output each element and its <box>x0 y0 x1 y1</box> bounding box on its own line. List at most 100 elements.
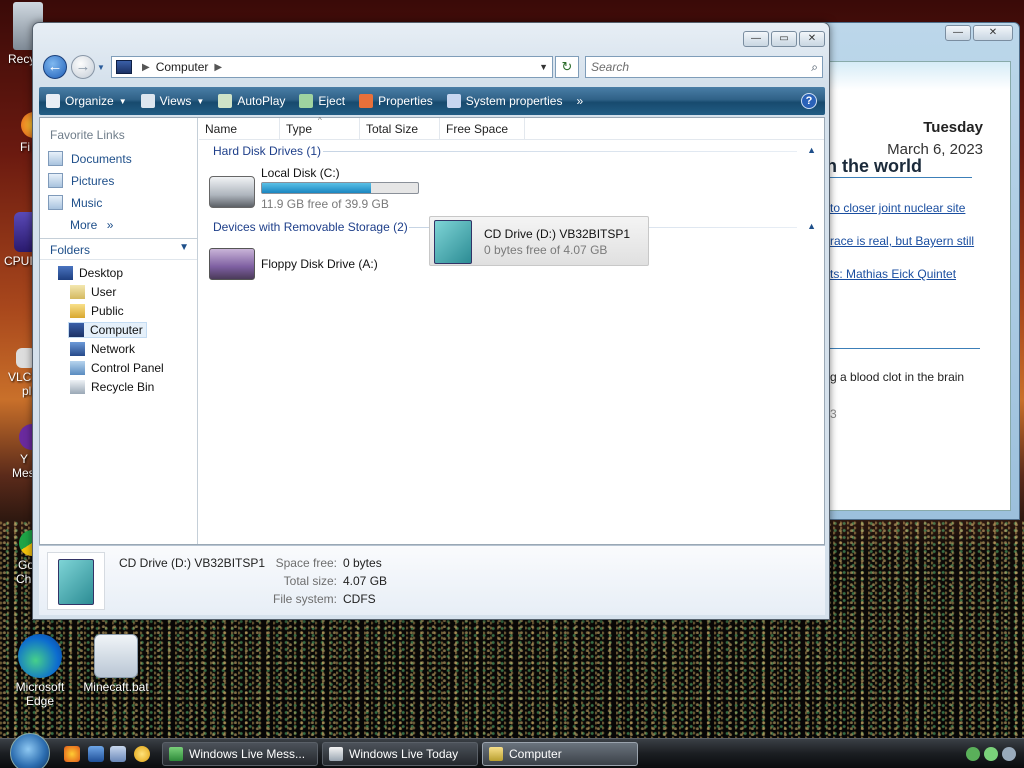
breadcrumb-chevron-icon[interactable]: ▶ <box>214 62 222 73</box>
refresh-button[interactable]: ↻ <box>555 56 579 78</box>
tree-item-control-panel[interactable]: Control Panel <box>70 361 164 375</box>
collapse-group-icon[interactable]: ▲ <box>807 145 816 155</box>
tree-item-user[interactable]: User <box>70 285 116 299</box>
quicklaunch-firefox-icon[interactable] <box>64 746 80 762</box>
quicklaunch-show-desktop-icon[interactable] <box>88 746 104 762</box>
drive-cd-name: CD Drive (D:) VB32BITSP1 <box>484 227 631 241</box>
help-icon[interactable]: ? <box>801 93 817 109</box>
folders-title: Folders <box>50 243 91 257</box>
minimize-button[interactable]: — <box>945 25 971 41</box>
organize-button[interactable]: Organize ▼ <box>39 87 134 115</box>
properties-button[interactable]: Properties <box>352 87 440 115</box>
drive-floppy-a[interactable]: Floppy Disk Drive (A:) <box>261 257 378 271</box>
favorite-link-music[interactable]: Music <box>48 195 102 210</box>
drive-local-disk-c[interactable]: Local Disk (C:) <box>261 166 340 180</box>
microsoft-edge-desktop-icon[interactable]: Microsoft Edge <box>0 634 80 708</box>
task-windows-live-today[interactable]: Windows Live Today <box>322 742 478 766</box>
details-value-total-size: 4.07 GB <box>343 574 388 588</box>
favorite-link-pictures[interactable]: Pictures <box>48 173 114 188</box>
network-status-icon[interactable] <box>966 747 980 761</box>
system-properties-button[interactable]: System properties <box>440 87 570 115</box>
floppy-drive-icon[interactable] <box>209 248 255 280</box>
column-total-size[interactable]: Total Size <box>360 118 440 140</box>
computer-icon <box>69 323 84 337</box>
tray-icon[interactable] <box>1002 747 1016 761</box>
toolbar-overflow-button[interactable]: » <box>569 87 590 115</box>
explorer-content: Favorite Links Documents Pictures Music … <box>39 116 825 545</box>
network-icon <box>70 342 85 356</box>
favorite-links-title: Favorite Links <box>50 128 125 142</box>
tree-item-public[interactable]: Public <box>70 304 124 318</box>
command-bar: Organize ▼ Views ▼ AutoPlay Eject Proper… <box>39 87 825 115</box>
address-bar[interactable]: ▶ Computer ▶ ▼ <box>111 56 553 78</box>
minimize-button[interactable]: — <box>743 31 769 47</box>
messenger-icon <box>169 747 183 761</box>
tree-item-label: Computer <box>90 323 143 337</box>
news-link[interactable]: race is real, but Bayern still <box>830 234 974 248</box>
messenger-tray-icon[interactable] <box>984 747 998 761</box>
column-type[interactable]: ^ Type <box>280 116 360 140</box>
public-folder-icon <box>70 304 85 318</box>
task-windows-live-messenger[interactable]: Windows Live Mess... <box>162 742 318 766</box>
tree-item-computer[interactable]: Computer <box>68 322 147 338</box>
news-fragment: 3 <box>830 407 837 421</box>
group-title: Devices with Removable Storage (2) <box>213 220 408 234</box>
computer-icon <box>116 60 132 74</box>
column-type-label: Type <box>286 122 313 136</box>
day-label: Tuesday <box>923 119 983 136</box>
properties-label: Properties <box>378 94 433 108</box>
tree-item-label: Control Panel <box>91 361 164 375</box>
views-button[interactable]: Views ▼ <box>134 87 212 115</box>
quicklaunch-switch-windows-icon[interactable] <box>110 746 126 762</box>
breadcrumb-computer[interactable]: Computer <box>156 60 209 74</box>
disk-usage-bar <box>261 182 419 194</box>
start-button[interactable] <box>10 733 50 768</box>
details-label-space-free: Space free: <box>275 556 337 570</box>
details-value-space-free: 0 bytes <box>343 556 382 570</box>
autoplay-button[interactable]: AutoPlay <box>211 87 292 115</box>
tree-item-recycle-bin[interactable]: Recycle Bin <box>70 380 154 394</box>
navigation-pane: Favorite Links Documents Pictures Music … <box>40 118 198 544</box>
address-dropdown-icon[interactable]: ▼ <box>539 62 548 72</box>
close-button[interactable]: ✕ <box>799 31 825 47</box>
news-link[interactable]: to closer joint nuclear site <box>830 201 965 215</box>
quicklaunch-messenger-icon[interactable] <box>134 746 150 762</box>
more-label: More <box>70 218 98 232</box>
task-label: Windows Live Today <box>349 747 459 761</box>
tree-item-network[interactable]: Network <box>70 342 135 356</box>
collapse-group-icon[interactable]: ▲ <box>807 221 816 231</box>
disk-usage-fill <box>262 183 372 193</box>
system-properties-icon <box>446 94 461 108</box>
minecaft-bat-desktop-icon[interactable]: Minecaft.bat <box>76 634 156 694</box>
news-divider <box>826 177 972 178</box>
news-link[interactable]: ts: Mathias Eick Quintet <box>830 267 956 281</box>
back-button[interactable]: ← <box>43 55 67 79</box>
eject-button[interactable]: Eject <box>292 87 352 115</box>
maximize-button[interactable]: ▭ <box>771 31 797 47</box>
search-icon[interactable]: ⌕ <box>811 57 818 77</box>
tree-item-desktop[interactable]: Desktop <box>58 266 123 280</box>
group-header-removable-storage[interactable]: Devices with Removable Storage (2) <box>213 220 408 234</box>
hard-drive-icon[interactable] <box>209 176 255 208</box>
folders-header[interactable]: Folders ▼ <box>40 238 197 260</box>
computer-folder-icon <box>489 747 503 761</box>
forward-button[interactable]: → <box>71 55 95 79</box>
close-button[interactable]: ✕ <box>973 25 1013 41</box>
tree-item-label: Desktop <box>79 266 124 280</box>
column-name[interactable]: Name <box>199 118 280 140</box>
group-header-hard-disk-drives[interactable]: Hard Disk Drives (1) <box>213 144 321 158</box>
recent-pages-dropdown-icon[interactable]: ▼ <box>97 63 105 72</box>
computer-explorer-window[interactable]: — ▭ ✕ ← → ▼ ▶ Computer ▶ ▼ ↻ Search ⌕ Or… <box>32 22 830 620</box>
more-links-button[interactable]: More » <box>70 218 113 232</box>
column-free-space[interactable]: Free Space <box>440 118 525 140</box>
favorite-link-documents[interactable]: Documents <box>48 151 132 166</box>
group-title: Hard Disk Drives (1) <box>213 144 322 158</box>
details-item-name: CD Drive (D:) VB32BITSP1 <box>119 556 266 570</box>
chevron-down-icon[interactable]: ▼ <box>179 242 189 253</box>
task-computer[interactable]: Computer <box>482 742 638 766</box>
batch-file-gear-icon <box>94 634 138 678</box>
chevron-down-icon: ▼ <box>196 96 205 106</box>
drive-cd-d-selected[interactable]: CD Drive (D:) VB32BITSP1 0 bytes free of… <box>429 216 649 266</box>
breadcrumb-chevron-icon[interactable]: ▶ <box>142 62 150 73</box>
search-input[interactable]: Search ⌕ <box>585 56 823 78</box>
